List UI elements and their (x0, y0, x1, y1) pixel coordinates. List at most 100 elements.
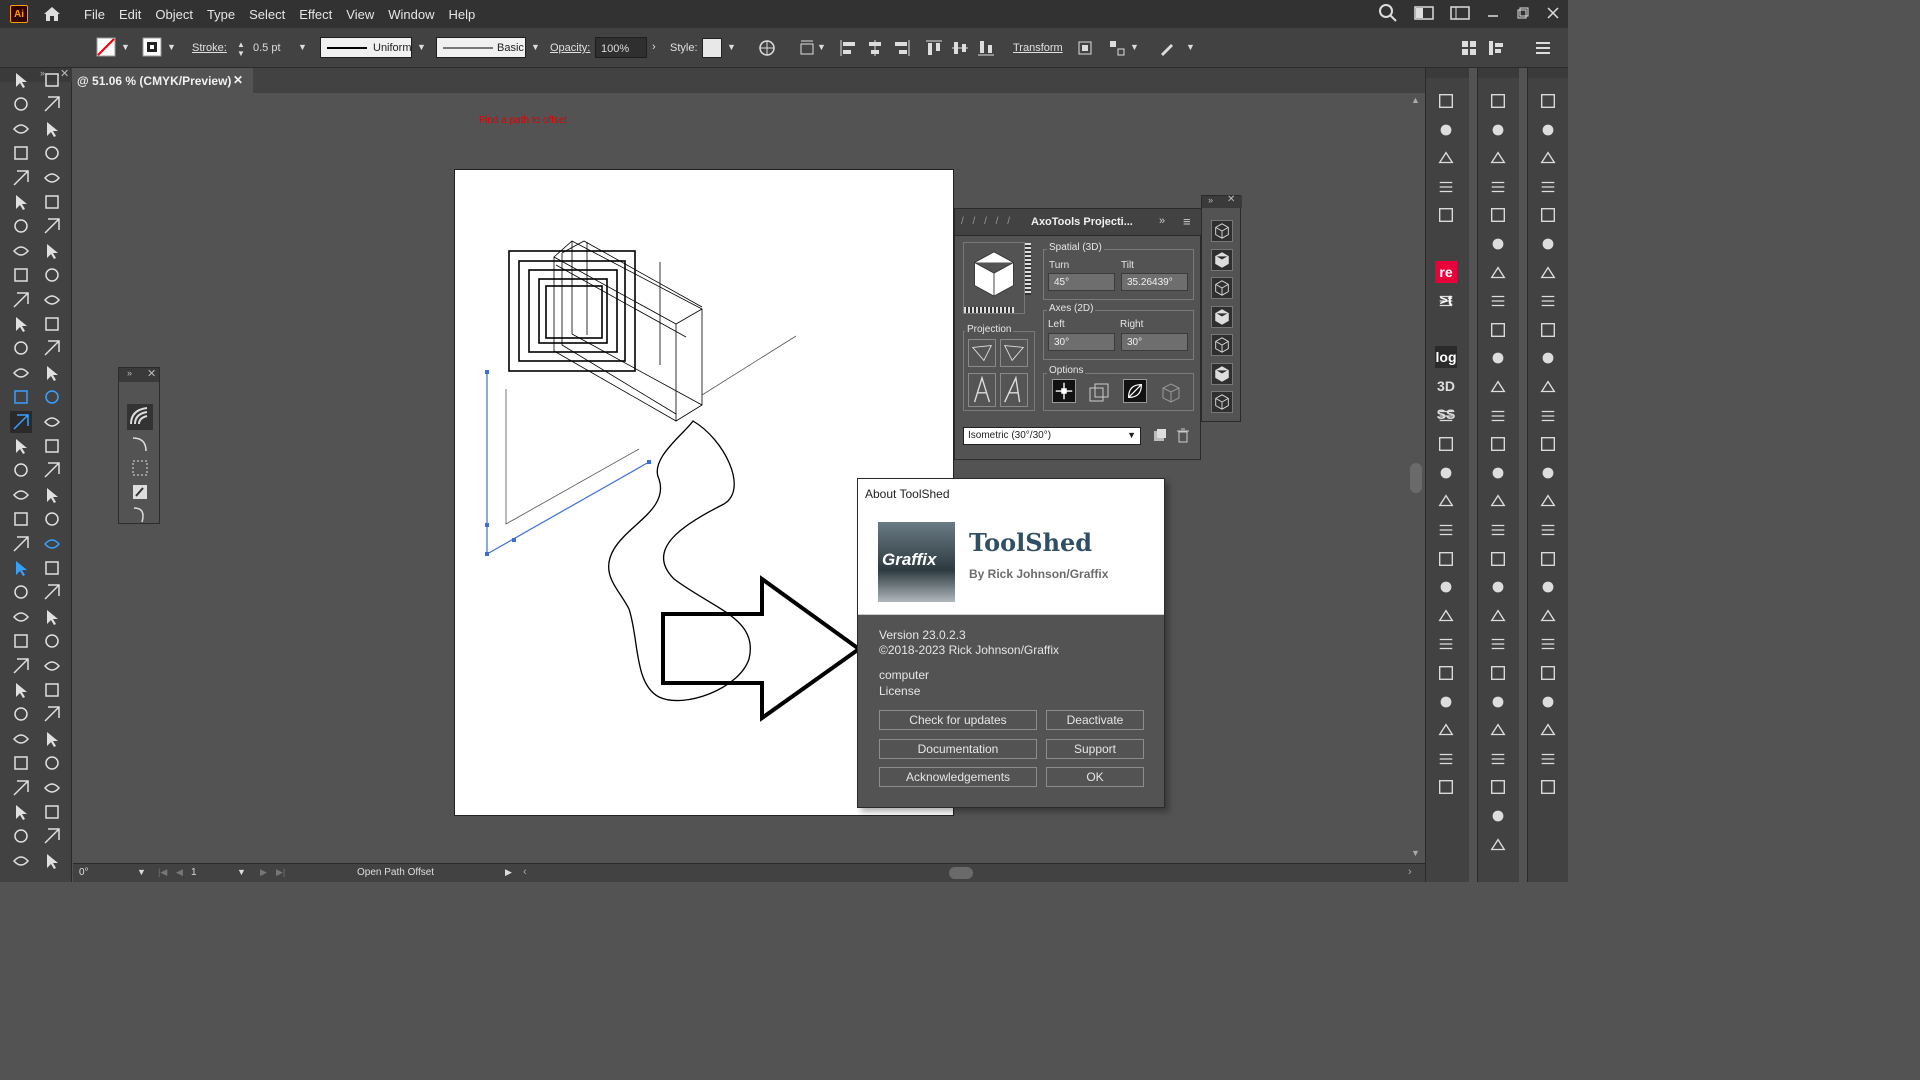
pen-tip-2-icon[interactable] (1487, 376, 1509, 398)
page-icon[interactable] (1537, 147, 1559, 169)
fill-none-icon[interactable] (96, 37, 116, 57)
twist-icon[interactable] (41, 459, 63, 481)
document-panel-icon[interactable] (1435, 776, 1457, 798)
close-tab-icon[interactable]: ✕ (233, 73, 243, 87)
shaper-icon[interactable] (10, 191, 32, 213)
rectangle-icon[interactable] (10, 167, 32, 189)
opacity-field[interactable]: 100% (595, 37, 647, 58)
scale-icon[interactable] (41, 215, 63, 237)
image-panel-icon[interactable] (1435, 691, 1457, 713)
prev-page-icon[interactable]: ◀ (176, 867, 183, 878)
layers-stack-icon[interactable] (1537, 319, 1559, 341)
text-projection-left-button[interactable] (968, 373, 996, 407)
hexagon-cube-icon[interactable] (1160, 382, 1182, 404)
chevron-down-icon[interactable]: ▼ (531, 42, 540, 52)
deactivate-button[interactable]: Deactivate (1046, 710, 1144, 730)
grid-panel-icon[interactable] (1435, 748, 1457, 770)
chevron-down-icon[interactable]: ▼ (817, 42, 826, 52)
isolate-icon[interactable] (1076, 39, 1094, 57)
align-panel-icon[interactable] (1537, 548, 1559, 570)
eraser-icon[interactable] (41, 191, 63, 213)
sun-panel-icon[interactable] (1537, 405, 1559, 427)
cursor-blue-icon[interactable] (41, 533, 63, 555)
resize-icon[interactable] (41, 777, 63, 799)
distribute-icon[interactable] (1108, 39, 1126, 57)
stretch-icon[interactable] (10, 533, 32, 555)
close-icon[interactable]: ✕ (147, 367, 156, 380)
horizontal-scroll-thumb[interactable] (949, 867, 973, 879)
menu-view[interactable]: View (346, 7, 374, 22)
direct-selection-icon[interactable] (41, 69, 63, 91)
palette-icon[interactable] (1537, 662, 1559, 684)
triangle-icon[interactable] (41, 728, 63, 750)
extrude-icon[interactable] (10, 825, 32, 847)
gear-icon[interactable] (1537, 347, 1559, 369)
projection-left-button[interactable] (968, 339, 996, 367)
option-center-button[interactable] (1052, 379, 1076, 403)
chevron-down-icon[interactable]: ▼ (1186, 42, 1195, 52)
offset-tool-icon[interactable] (10, 410, 32, 433)
perspective-grid-icon[interactable] (41, 264, 63, 286)
sliders-icon[interactable] (1537, 633, 1559, 655)
lasso-icon[interactable] (41, 93, 63, 115)
text-projection-right-button[interactable] (1000, 373, 1028, 407)
rectangle-small-icon[interactable] (10, 581, 32, 603)
menu-effect[interactable]: Effect (299, 7, 332, 22)
pencil-panel-icon[interactable] (1487, 662, 1509, 684)
scroll-up-icon[interactable]: ▲ (1411, 95, 1420, 105)
option-shape-button[interactable] (1123, 379, 1147, 403)
home-icon[interactable] (42, 4, 62, 24)
log-badge-icon[interactable] (1435, 319, 1457, 341)
split-icon[interactable] (41, 606, 63, 628)
layout-icon[interactable] (1537, 119, 1559, 141)
info-icon[interactable] (1537, 376, 1559, 398)
image-trace-icon[interactable] (1487, 233, 1509, 255)
menu-file[interactable]: File (84, 7, 105, 22)
stack-panel-icon[interactable] (1435, 633, 1457, 655)
shape-builder-icon[interactable] (10, 264, 32, 286)
cube-front-icon[interactable] (1211, 362, 1233, 385)
selected-path[interactable] (486, 372, 650, 556)
eyedropper-icon[interactable] (10, 313, 32, 335)
frame-icon[interactable] (41, 508, 63, 530)
brush-3-icon[interactable] (1487, 576, 1509, 598)
pen-options-icon[interactable] (1158, 39, 1176, 57)
scroll-thumb[interactable] (1410, 463, 1422, 493)
page-field[interactable]: 1 ▼ (191, 867, 247, 881)
connector-icon[interactable] (10, 630, 32, 652)
offset-tool-button[interactable] (127, 404, 153, 430)
align-top-icon[interactable] (925, 39, 943, 57)
minimize-icon[interactable] (1486, 6, 1500, 20)
panel-grid-icon[interactable] (1461, 40, 1477, 56)
duplicate-icon[interactable] (1088, 382, 1110, 404)
link-chain-icon[interactable] (1487, 691, 1509, 713)
workspace-icon[interactable] (1450, 5, 1470, 21)
contrast-icon[interactable] (1537, 433, 1559, 455)
pen-nib-icon[interactable] (1487, 519, 1509, 541)
close-icon[interactable]: ✕ (1227, 194, 1235, 205)
bounding-box-icon[interactable] (130, 458, 150, 478)
swatch-grid-icon[interactable] (1435, 519, 1457, 541)
font-panel-icon[interactable] (1537, 748, 1559, 770)
trash-icon[interactable] (1175, 427, 1191, 443)
variable-width-profile[interactable]: Uniform (320, 37, 412, 58)
chevron-down-icon[interactable]: ▼ (298, 42, 307, 52)
cube-solid-icon[interactable] (1211, 391, 1233, 413)
anchor-add-icon[interactable] (41, 581, 63, 603)
zoom-panel-icon[interactable] (1435, 719, 1457, 741)
search-icon[interactable] (1378, 3, 1398, 23)
panel-title[interactable]: AxoTools Projecti... (1031, 216, 1133, 228)
pivot-icon[interactable] (10, 703, 32, 725)
collapsed-tabs[interactable]: / / / / / (961, 216, 1013, 227)
align-to-icon[interactable] (798, 39, 816, 57)
check-updates-button[interactable]: Check for updates (879, 710, 1037, 730)
anchor-points[interactable] (485, 370, 651, 556)
artboard-panel-icon[interactable] (1435, 490, 1457, 512)
chevron-right-icon[interactable]: › (652, 41, 656, 53)
cube-view-icon[interactable] (1211, 220, 1233, 242)
cube-top-icon[interactable] (1211, 277, 1233, 299)
gradient-panel-icon[interactable] (1537, 176, 1559, 198)
pages-icon[interactable] (1435, 462, 1457, 484)
hand-panel-icon[interactable] (1537, 233, 1559, 255)
align-right-icon[interactable] (893, 39, 911, 57)
